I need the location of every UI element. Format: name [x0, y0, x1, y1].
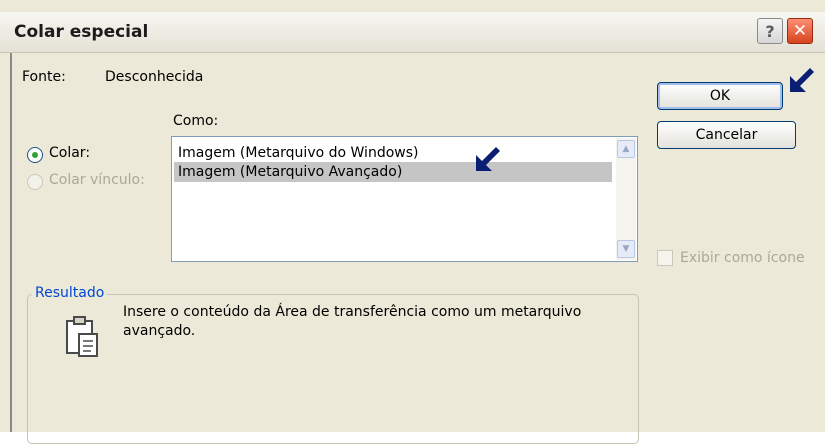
result-legend: Resultado [32, 285, 108, 301]
clipboard-icon [66, 316, 98, 357]
scroll-down-icon[interactable]: ▼ [617, 240, 635, 258]
format-item-enhanced-metafile[interactable]: Imagem (Metarquivo Avançado) [174, 162, 612, 182]
format-list-scrollbar[interactable]: ▲ ▼ [616, 138, 636, 260]
source-value: Desconhecida [105, 69, 204, 85]
paste-special-dialog: Colar especial ? ✕ Fonte: Desconhecida C… [0, 0, 825, 444]
format-listbox[interactable]: Imagem (Metarquivo do Windows) Imagem (M… [171, 136, 638, 262]
source-label: Fonte: [22, 69, 66, 85]
ok-button[interactable]: OK [657, 82, 783, 110]
dialog-title: Colar especial [14, 22, 149, 42]
as-label: Como: [173, 113, 219, 129]
arrow-pointer-icon [476, 147, 500, 171]
title-bar[interactable]: Colar especial ? ✕ [0, 12, 825, 53]
format-item-windows-metafile[interactable]: Imagem (Metarquivo do Windows) [174, 143, 418, 163]
paste-radio-label[interactable]: Colar: [49, 145, 90, 161]
paste-radio[interactable] [27, 147, 43, 163]
close-button[interactable]: ✕ [787, 18, 813, 44]
cancel-button[interactable]: Cancelar [657, 121, 796, 149]
display-as-icon-checkbox[interactable] [657, 250, 673, 266]
paste-link-radio-label[interactable]: Colar vínculo: [49, 172, 145, 188]
display-as-icon-label[interactable]: Exibir como ícone [680, 250, 805, 266]
result-description-line1: Insere o conteúdo da Área de transferênc… [123, 304, 582, 320]
paste-link-radio[interactable] [27, 174, 43, 190]
help-button[interactable]: ? [757, 18, 783, 44]
arrow-pointer-icon [790, 68, 814, 92]
result-description-line2: avançado. [123, 323, 196, 339]
scroll-up-icon[interactable]: ▲ [617, 140, 635, 158]
